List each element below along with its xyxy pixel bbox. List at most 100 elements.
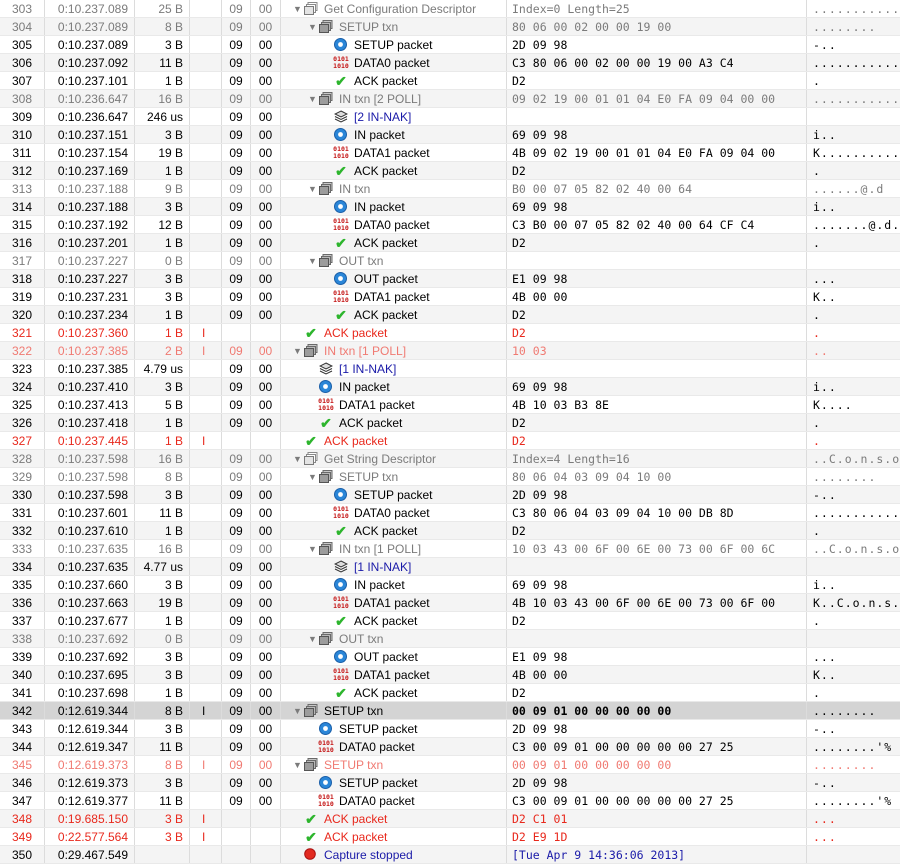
length: 3 B (134, 270, 189, 287)
table-row[interactable]: 326 0:10.237.418 1 B 09 00 ✔ ACK packet D2. (0, 414, 900, 432)
row-index: 316 (11, 236, 33, 250)
table-row[interactable]: 336 0:10.237.663 19 B 09 00 0101 1010 DATA1 pac… (0, 594, 900, 612)
length: 3 B (134, 486, 189, 503)
table-row[interactable]: 308 0:10.236.647 16 B 09 00 ▼ IN txn [2 POLL] 0… (0, 90, 900, 108)
error-flag (189, 234, 221, 251)
timestamp: 0:10.237.635 (44, 558, 134, 575)
data-bytes: 4B 00 00 (506, 288, 806, 305)
data-bytes: 10 03 43 00 6F 00 6E 00 73 00 6F 00 6C (506, 540, 806, 557)
data-bytes: D2 (506, 162, 806, 179)
device-address: 09 (221, 630, 250, 647)
disclosure-triangle-icon[interactable]: ▼ (293, 702, 303, 719)
table-row[interactable]: 343 0:12.619.344 3 B 09 00 SETUP packet 2D 09 … (0, 720, 900, 738)
table-row[interactable]: 333 0:10.237.635 16 B 09 00 ▼ IN txn [1 POLL] 1… (0, 540, 900, 558)
table-row[interactable]: 338 0:10.237.692 0 B 09 00 ▼ OUT txn (0, 630, 900, 648)
table-row[interactable]: 314 0:10.237.188 3 B 09 00 IN packet 69 09 98 i… (0, 198, 900, 216)
disclosure-triangle-icon[interactable]: ▼ (293, 756, 303, 773)
table-row[interactable]: 322 0:10.237.385 2 B I 09 00 ▼ IN txn [1 POLL] 1… (0, 342, 900, 360)
table-row[interactable]: 346 0:12.619.373 3 B 09 00 SETUP packet 2D 09 … (0, 774, 900, 792)
ascii-dump (806, 558, 900, 575)
ack-check-icon: ✔ (335, 685, 347, 701)
disclosure-triangle-icon[interactable]: ▼ (308, 630, 318, 647)
disclosure-triangle-icon[interactable]: ▼ (308, 540, 318, 557)
table-row[interactable]: 349 0:22.577.564 3 B I ✔ ACK packet D2 E9 1D..… (0, 828, 900, 846)
row-index: 318 (11, 272, 33, 286)
table-row[interactable]: 344 0:12.619.347 11 B 09 00 0101 1010 DATA0 pac… (0, 738, 900, 756)
table-row[interactable]: 304 0:10.237.089 8 B 09 00 ▼ SETUP txn 80 06 00… (0, 18, 900, 36)
ascii-dump: ........ (806, 756, 900, 773)
table-row[interactable]: 325 0:10.237.413 5 B 09 00 0101 1010 DATA1 pack… (0, 396, 900, 414)
table-row[interactable]: 328 0:10.237.598 16 B 09 00 ▼ Get String Descr… (0, 450, 900, 468)
table-row[interactable]: 306 0:10.237.092 11 B 09 00 0101 1010 DATA0 pac… (0, 54, 900, 72)
table-row[interactable]: 318 0:10.237.227 3 B 09 00 OUT packet E1 09 98… (0, 270, 900, 288)
table-row[interactable]: 345 0:12.619.373 8 B I 09 00 ▼ SETUP txn 00 09 0… (0, 756, 900, 774)
data-bytes (506, 360, 806, 377)
table-row[interactable]: 323 0:10.237.385 4.79 us 09 00 [1 IN-NAK] (0, 360, 900, 378)
endpoint: 00 (250, 18, 280, 35)
record-label: SETUP txn (324, 704, 384, 718)
ascii-dump: ... (806, 648, 900, 665)
table-row[interactable]: 330 0:10.237.598 3 B 09 00 SETUP packet 2D 09 … (0, 486, 900, 504)
table-row[interactable]: 315 0:10.237.192 12 B 09 00 0101 1010 DATA0 pac… (0, 216, 900, 234)
disclosure-triangle-icon[interactable]: ▼ (293, 450, 303, 467)
table-row[interactable]: 335 0:10.237.660 3 B 09 00 IN packet 69 09 98 i… (0, 576, 900, 594)
endpoint: 00 (250, 162, 280, 179)
table-row[interactable]: 312 0:10.237.169 1 B 09 00 ✔ ACK packet D2. (0, 162, 900, 180)
table-row[interactable]: 347 0:12.619.377 11 B 09 00 0101 1010 DATA0 pac… (0, 792, 900, 810)
error-flag (189, 468, 221, 485)
device-address: 09 (221, 558, 250, 575)
table-row[interactable]: 327 0:10.237.445 1 B I ✔ ACK packet D2. (0, 432, 900, 450)
ascii-dump (806, 846, 900, 863)
table-row[interactable]: 334 0:10.237.635 4.77 us 09 00 [1 IN-NAK] (0, 558, 900, 576)
table-row[interactable]: 313 0:10.237.188 9 B 09 00 ▼ IN txn B0 00 07 05… (0, 180, 900, 198)
disclosure-triangle-icon[interactable]: ▼ (308, 90, 318, 107)
disclosure-triangle-icon[interactable]: ▼ (293, 0, 303, 17)
table-row[interactable]: 321 0:10.237.360 1 B I ✔ ACK packet D2. (0, 324, 900, 342)
device-address: 09 (221, 216, 250, 233)
ascii-dump: ... (806, 270, 900, 287)
table-row[interactable]: 309 0:10.236.647 246 us 09 00 [2 IN-NAK] (0, 108, 900, 126)
length: 3 B (134, 288, 189, 305)
table-row[interactable]: 332 0:10.237.610 1 B 09 00 ✔ ACK packet D2. (0, 522, 900, 540)
record-cell: ✔ ACK packet (280, 810, 506, 827)
table-row[interactable]: 342 0:12.619.344 8 B I 09 00 ▼ SETUP txn 00 09 0… (0, 702, 900, 720)
table-row[interactable]: 310 0:10.237.151 3 B 09 00 IN packet 69 09 98 i… (0, 126, 900, 144)
disclosure-triangle-icon[interactable]: ▼ (308, 180, 318, 197)
disclosure-triangle-icon[interactable]: ▼ (308, 18, 318, 35)
device-address: 09 (221, 522, 250, 539)
table-row[interactable]: 320 0:10.237.234 1 B 09 00 ✔ ACK packet D2. (0, 306, 900, 324)
timestamp: 0:10.236.647 (44, 90, 134, 107)
error-flag (189, 738, 221, 755)
table-row[interactable]: 324 0:10.237.410 3 B 09 00 IN packet 69 09 98 i… (0, 378, 900, 396)
table-row[interactable]: 319 0:10.237.231 3 B 09 00 0101 1010 DATA1 pack… (0, 288, 900, 306)
length: 11 B (134, 738, 189, 755)
length: 3 B (134, 378, 189, 395)
table-row[interactable]: 317 0:10.237.227 0 B 09 00 ▼ OUT txn (0, 252, 900, 270)
table-row[interactable]: 303 0:10.237.089 25 B 09 00 ▼ Get Configuratio… (0, 0, 900, 18)
table-row[interactable]: 307 0:10.237.101 1 B 09 00 ✔ ACK packet D2. (0, 72, 900, 90)
disclosure-triangle-icon[interactable]: ▼ (308, 252, 318, 269)
table-row[interactable]: 340 0:10.237.695 3 B 09 00 0101 1010 DATA1 pack… (0, 666, 900, 684)
data-bytes (506, 252, 806, 269)
record-label: IN packet (354, 200, 405, 214)
table-row[interactable]: 341 0:10.237.698 1 B 09 00 ✔ ACK packet D2. (0, 684, 900, 702)
row-index: 344 (11, 740, 33, 754)
table-row[interactable]: 337 0:10.237.677 1 B 09 00 ✔ ACK packet D2. (0, 612, 900, 630)
table-row[interactable]: 350 0:29.467.549 Capture stopped [Tue Apr 9… (0, 846, 900, 864)
record-cell: SETUP packet (280, 36, 506, 53)
table-row[interactable]: 348 0:19.685.150 3 B I ✔ ACK packet D2 C1 01..… (0, 810, 900, 828)
disclosure-triangle-icon[interactable]: ▼ (293, 342, 303, 359)
record-label: ACK packet (324, 812, 388, 826)
table-row[interactable]: 339 0:10.237.692 3 B 09 00 OUT packet E1 09 98… (0, 648, 900, 666)
length: 8 B (134, 702, 189, 719)
disclosure-triangle-icon[interactable]: ▼ (308, 468, 318, 485)
error-flag (189, 414, 221, 431)
table-row[interactable]: 331 0:10.237.601 11 B 09 00 0101 1010 DATA0 pac… (0, 504, 900, 522)
table-row[interactable]: 305 0:10.237.089 3 B 09 00 SETUP packet 2D 09 … (0, 36, 900, 54)
table-row[interactable]: 311 0:10.237.154 19 B 09 00 0101 1010 DATA1 pac… (0, 144, 900, 162)
device-address: 09 (221, 162, 250, 179)
table-row[interactable]: 329 0:10.237.598 8 B 09 00 ▼ SETUP txn 80 06 04… (0, 468, 900, 486)
device-address: 09 (221, 468, 250, 485)
table-row[interactable]: 316 0:10.237.201 1 B 09 00 ✔ ACK packet D2. (0, 234, 900, 252)
endpoint: 00 (250, 90, 280, 107)
